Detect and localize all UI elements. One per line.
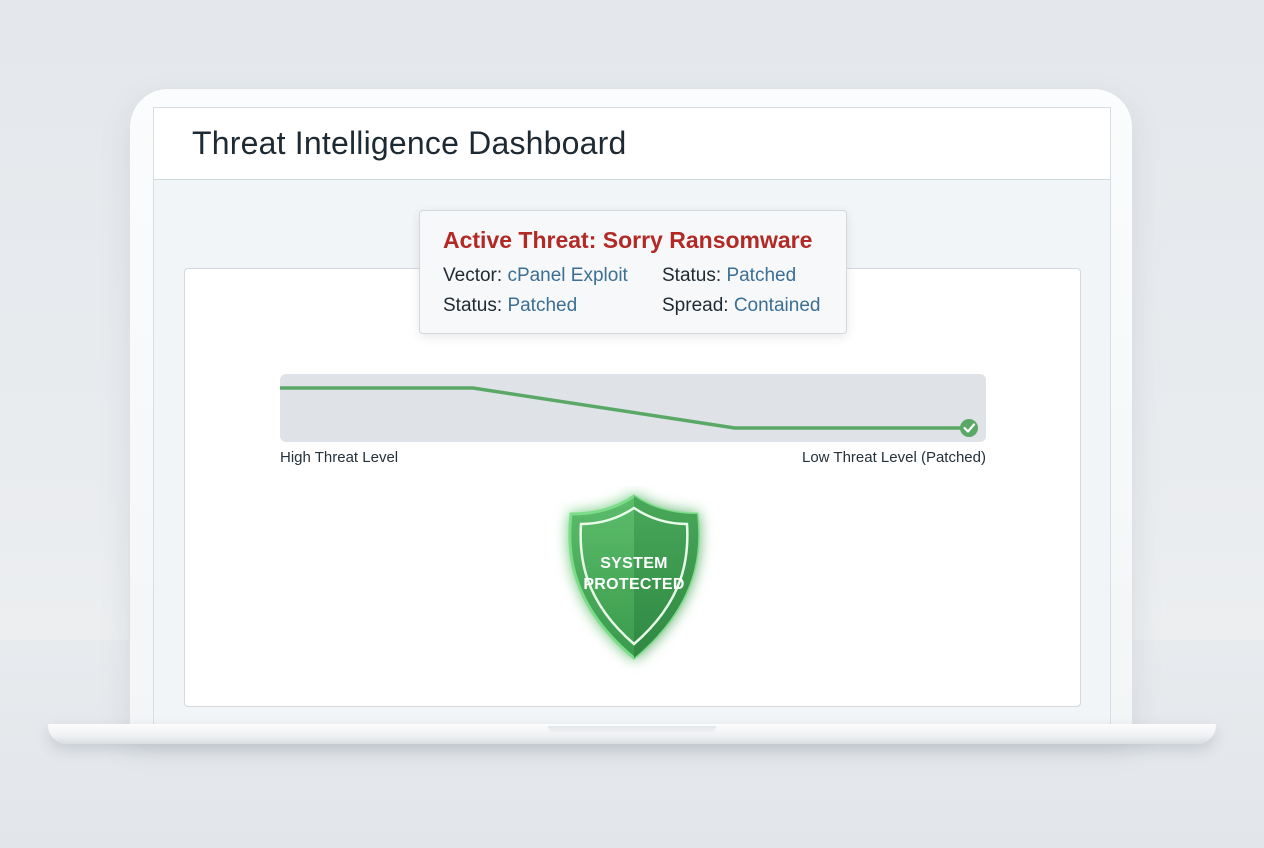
axis-label-low: Low Threat Level (Patched) bbox=[802, 449, 986, 466]
threat-card: Active Threat: Sorry Ransomware Vector: … bbox=[419, 210, 847, 334]
status-label-left: Status: bbox=[443, 295, 503, 316]
vector-label: Vector: bbox=[443, 265, 503, 286]
vector-value: cPanel Exploit bbox=[507, 265, 628, 286]
shield-label-line1: SYSTEM bbox=[600, 555, 668, 572]
check-icon bbox=[960, 419, 978, 437]
status-value-left: Patched bbox=[507, 295, 578, 316]
laptop-screen: Threat Intelligence Dashboard Active Thr… bbox=[153, 107, 1111, 727]
vector-field: Vector: cPanel Exploit bbox=[443, 265, 628, 287]
spread-label: Spread: bbox=[662, 295, 729, 316]
status-value-right: Patched bbox=[726, 265, 797, 286]
shield-label-line2: PROTECTED bbox=[583, 576, 685, 593]
status-label-right: Status: bbox=[662, 265, 722, 286]
status-field-left: Status: Patched bbox=[443, 295, 577, 317]
shield-label: SYSTEM PROTECTED bbox=[547, 553, 721, 595]
system-protected-badge: SYSTEM PROTECTED bbox=[547, 486, 721, 676]
chart-track bbox=[280, 374, 986, 442]
app-header: Threat Intelligence Dashboard bbox=[154, 108, 1110, 180]
threat-level-chart bbox=[280, 374, 986, 442]
end-point-marker bbox=[960, 419, 978, 437]
laptop-notch bbox=[548, 726, 716, 734]
spread-value: Contained bbox=[733, 295, 821, 316]
threat-title: Active Threat: Sorry Ransomware bbox=[443, 227, 813, 253]
page-title: Threat Intelligence Dashboard bbox=[192, 125, 627, 161]
axis-label-high: High Threat Level bbox=[280, 449, 399, 466]
status-field-right: Status: Patched bbox=[662, 265, 796, 287]
spread-field: Spread: Contained bbox=[662, 295, 820, 317]
